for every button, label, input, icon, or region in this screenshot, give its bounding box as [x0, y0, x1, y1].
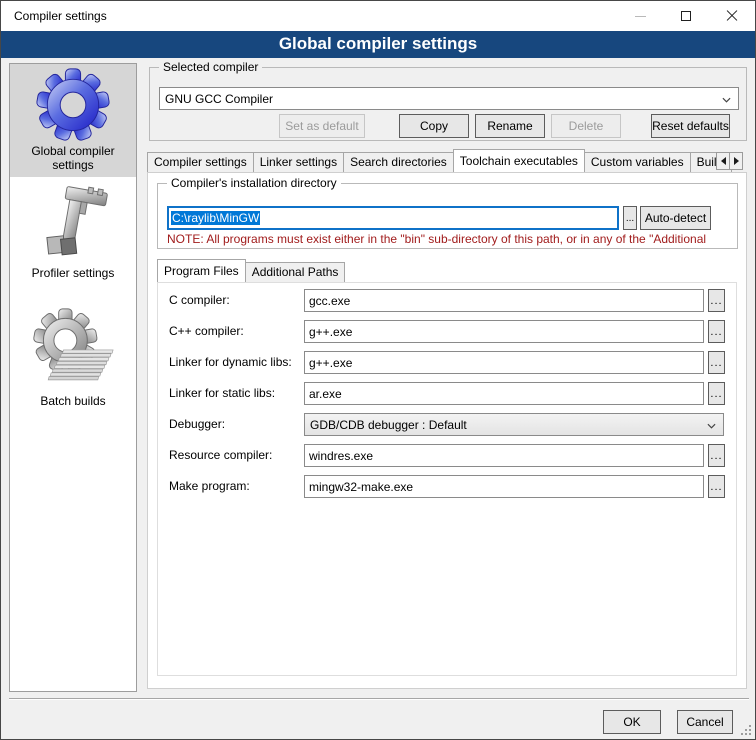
debugger-select-value: GDB/CDB debugger : Default — [310, 418, 467, 432]
subtab-additional-paths[interactable]: Additional Paths — [245, 262, 346, 282]
tab-custom-variables[interactable]: Custom variables — [584, 152, 691, 172]
make-program-browse-button[interactable]: ... — [708, 475, 725, 498]
field-label-linker-dynamic: Linker for dynamic libs: — [169, 351, 301, 374]
reset-defaults-button[interactable]: Reset defaults — [651, 114, 730, 138]
field-label-c-compiler: C compiler: — [169, 289, 301, 312]
tab-toolchain-executables[interactable]: Toolchain executables — [453, 149, 585, 172]
close-icon — [726, 10, 738, 22]
titlebar: Compiler settings — [1, 1, 755, 31]
linker-dynamic-browse-button[interactable]: ... — [708, 351, 725, 374]
tab-scroll-right-button[interactable] — [729, 152, 743, 170]
footer-separator — [9, 698, 749, 700]
resource-compiler-browse-button[interactable]: ... — [708, 444, 725, 467]
chevron-down-icon — [707, 423, 716, 429]
sidebar-item-label: Global compiler settings — [18, 144, 128, 172]
subtab-program-files[interactable]: Program Files — [157, 259, 246, 282]
program-files-tabstrip: Program Files Additional Paths — [157, 259, 344, 282]
arrow-left-icon — [721, 157, 726, 165]
installation-directory-input[interactable]: C:\raylib\MinGW — [167, 206, 619, 230]
sidebar-item-global-compiler-settings[interactable]: Global compiler settings — [10, 64, 136, 177]
ok-button[interactable]: OK — [603, 710, 661, 734]
c-compiler-input[interactable] — [304, 289, 704, 312]
debugger-select[interactable]: GDB/CDB debugger : Default — [304, 413, 724, 436]
linker-static-browse-button[interactable]: ... — [708, 382, 725, 405]
installation-directory-group-label: Compiler's installation directory — [167, 176, 341, 190]
blue-gear-icon — [35, 66, 111, 142]
arrow-right-icon — [734, 157, 739, 165]
field-label-linker-static: Linker for static libs: — [169, 382, 301, 405]
settings-tabstrip: Compiler settings Linker settings Search… — [147, 149, 747, 172]
maximize-icon — [681, 11, 691, 21]
set-as-default-button[interactable]: Set as default — [279, 114, 365, 138]
auto-detect-button[interactable]: Auto-detect — [640, 206, 711, 230]
tab-linker-settings[interactable]: Linker settings — [253, 152, 344, 172]
c-compiler-browse-button[interactable]: ... — [708, 289, 725, 312]
rename-button[interactable]: Rename — [475, 114, 545, 138]
settings-sidebar: Global compiler settings — [9, 63, 137, 692]
field-label-resource-compiler: Resource compiler: — [169, 444, 301, 467]
tab-compiler-settings[interactable]: Compiler settings — [147, 152, 254, 172]
field-label-make-program: Make program: — [169, 475, 301, 498]
minimize-icon — [635, 16, 646, 17]
compiler-settings-dialog: Compiler settings Global compiler settin… — [0, 0, 756, 740]
compiler-select-value: GNU GCC Compiler — [165, 92, 273, 106]
sidebar-item-label: Profiler settings — [18, 266, 128, 280]
compiler-select[interactable]: GNU GCC Compiler — [159, 87, 739, 110]
field-label-cpp-compiler: C++ compiler: — [169, 320, 301, 343]
sidebar-item-batch-builds[interactable]: Batch builds — [10, 304, 136, 422]
resize-grip[interactable] — [741, 725, 751, 735]
sidebar-item-profiler-settings[interactable]: Profiler settings — [10, 182, 136, 290]
page-title: Global compiler settings — [1, 31, 755, 58]
copy-button[interactable]: Copy — [399, 114, 469, 138]
linker-static-input[interactable] — [304, 382, 704, 405]
installation-directory-selected-text: C:\raylib\MinGW — [171, 211, 260, 225]
delete-button[interactable]: Delete — [551, 114, 621, 138]
cpp-compiler-input[interactable] — [304, 320, 704, 343]
chevron-down-icon — [722, 97, 731, 103]
cancel-button[interactable]: Cancel — [677, 710, 733, 734]
maximize-button[interactable] — [663, 1, 709, 31]
minimize-button[interactable] — [617, 1, 663, 31]
caliper-icon — [34, 182, 112, 264]
titlebar-buttons — [617, 1, 755, 31]
sidebar-item-label: Batch builds — [18, 394, 128, 408]
close-button[interactable] — [709, 1, 755, 31]
field-label-debugger: Debugger: — [169, 413, 301, 436]
tab-scroll-left-button[interactable] — [716, 152, 730, 170]
cpp-compiler-browse-button[interactable]: ... — [708, 320, 725, 343]
tab-scroll-arrows — [717, 152, 743, 170]
installation-note: NOTE: All programs must exist either in … — [167, 232, 733, 246]
selected-compiler-group-label: Selected compiler — [159, 60, 262, 74]
tab-search-directories[interactable]: Search directories — [343, 152, 454, 172]
make-program-input[interactable] — [304, 475, 704, 498]
window-title: Compiler settings — [14, 9, 107, 23]
resource-compiler-input[interactable] — [304, 444, 704, 467]
gray-gear-stack-icon — [31, 304, 115, 392]
browse-directory-button[interactable]: ... — [623, 206, 637, 230]
linker-dynamic-input[interactable] — [304, 351, 704, 374]
